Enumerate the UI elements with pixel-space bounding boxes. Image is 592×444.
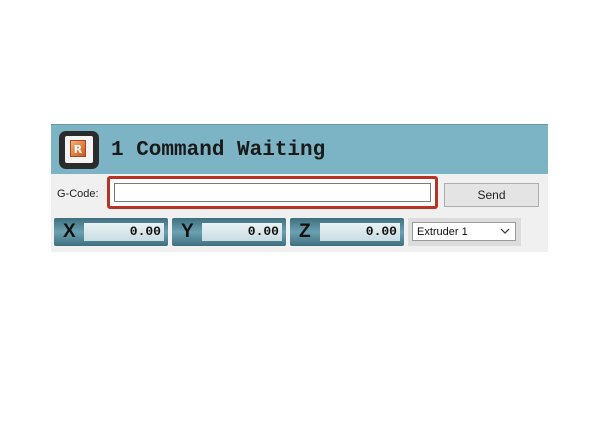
z-axis-value: 0.00 bbox=[320, 223, 400, 241]
extruder-dropdown[interactable]: Extruder 1 bbox=[412, 222, 516, 241]
gcode-label: G-Code: bbox=[57, 188, 99, 200]
z-coordinate-display: Z 0.00 bbox=[290, 218, 404, 246]
x-coordinate-display: X 0.00 bbox=[54, 218, 168, 246]
repetier-logo-icon: R bbox=[59, 131, 99, 169]
status-title: 1 Command Waiting bbox=[111, 139, 326, 162]
gcode-input-highlight bbox=[107, 176, 438, 209]
printer-control-panel: R 1 Command Waiting G-Code: Send X 0.00 … bbox=[51, 124, 548, 252]
gcode-input[interactable] bbox=[114, 183, 431, 202]
chevron-down-icon bbox=[500, 228, 510, 234]
x-axis-value: 0.00 bbox=[84, 223, 164, 241]
x-axis-label: X bbox=[63, 221, 76, 242]
status-bar: R 1 Command Waiting bbox=[51, 124, 548, 174]
extruder-frame: Extruder 1 bbox=[408, 218, 521, 246]
logo-cube: R bbox=[70, 140, 86, 157]
y-axis-value: 0.00 bbox=[202, 223, 282, 241]
z-axis-label: Z bbox=[299, 221, 311, 242]
send-button[interactable]: Send bbox=[444, 183, 539, 207]
y-coordinate-display: Y 0.00 bbox=[172, 218, 286, 246]
y-axis-label: Y bbox=[181, 221, 194, 242]
extruder-selected-value: Extruder 1 bbox=[417, 226, 468, 238]
